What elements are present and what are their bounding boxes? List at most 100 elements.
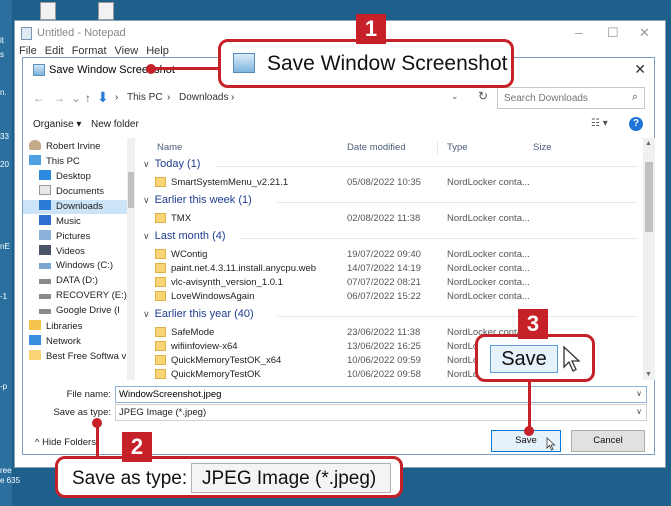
- menu-file[interactable]: File: [15, 45, 41, 57]
- group-header-earlier-this-year[interactable]: ∨ Earlier this year (40): [143, 308, 254, 322]
- help-icon[interactable]: ?: [629, 117, 643, 131]
- nav-item-music[interactable]: Music: [39, 215, 81, 229]
- dialog-close-icon[interactable]: ✕: [634, 61, 646, 78]
- dialog-toolbar: Organise ▾ New folder ☷ ▾ ?: [23, 114, 654, 138]
- file-name: SafeMode: [171, 327, 215, 338]
- nav-item-user[interactable]: Robert Irvine: [29, 140, 100, 154]
- file-date: 19/07/2022 09:40: [347, 249, 421, 260]
- folder-icon: [155, 291, 166, 301]
- file-row[interactable]: TMX 02/08/2022 11:38 NordLocker conta...: [137, 212, 637, 226]
- nav-item-desktop[interactable]: Desktop: [39, 170, 91, 184]
- annotation-connector: [528, 381, 531, 431]
- column-header-size[interactable]: Size: [533, 142, 551, 153]
- file-name: wifiinfoview-x64: [171, 341, 238, 352]
- refresh-icon[interactable]: ↻: [478, 89, 488, 103]
- folder-icon: [155, 177, 166, 187]
- file-list-scrollbar[interactable]: ▲ ▼: [643, 138, 655, 380]
- folder-icon: [155, 327, 166, 337]
- file-date: 07/07/2022 08:21: [347, 277, 421, 288]
- search-box[interactable]: ⌕: [497, 87, 645, 109]
- scroll-down-icon[interactable]: ▼: [645, 371, 652, 378]
- scroll-up-icon[interactable]: ▲: [645, 140, 652, 147]
- nav-item-documents[interactable]: Documents: [39, 185, 104, 199]
- desktop-file-icon[interactable]: [98, 2, 114, 20]
- column-header-date[interactable]: Date modified: [347, 142, 406, 153]
- menu-help[interactable]: Help: [142, 45, 173, 57]
- minimize-icon[interactable]: –: [575, 25, 582, 40]
- forward-icon[interactable]: →: [53, 91, 65, 105]
- file-row[interactable]: LoveWindowsAgain 06/07/2022 15:22 NordLock…: [137, 290, 637, 304]
- up-icon[interactable]: ↑: [85, 91, 91, 105]
- mouse-cursor-icon: [563, 345, 581, 372]
- search-icon: ⌕: [631, 91, 638, 103]
- address-dropdown-icon[interactable]: ⌄: [451, 91, 459, 102]
- close-icon[interactable]: ✕: [639, 25, 650, 41]
- callout-save-button: Save: [475, 334, 595, 382]
- callout-dialog-title: Save Window Screenshot: [218, 39, 514, 88]
- nav-item-label: Libraries: [46, 321, 83, 332]
- desktop-file-icon[interactable]: [40, 2, 56, 20]
- menu-edit[interactable]: Edit: [41, 45, 68, 57]
- chevron-down-icon[interactable]: ∨: [636, 407, 642, 416]
- chevron-down-icon[interactable]: ∨: [636, 389, 642, 398]
- libraries-icon: [29, 320, 41, 330]
- breadcrumb-this-pc[interactable]: This PC: [127, 92, 163, 103]
- desktop-edge: [0, 0, 12, 506]
- scrollbar-thumb[interactable]: [645, 162, 653, 232]
- nav-item-google-drive[interactable]: Google Drive (I: [39, 305, 120, 319]
- maximize-icon[interactable]: ☐: [607, 25, 619, 41]
- column-separator[interactable]: [437, 142, 438, 154]
- nav-item-best-free-software[interactable]: Best Free Softwa v: [29, 350, 126, 364]
- nav-item-libraries[interactable]: Libraries: [29, 320, 82, 334]
- nav-item-network[interactable]: Network: [29, 335, 81, 349]
- organise-button[interactable]: Organise ▾: [33, 119, 81, 130]
- file-row[interactable]: WContig 19/07/2022 09:40 NordLocker conta.…: [137, 248, 637, 262]
- nav-item-recovery-e[interactable]: RECOVERY (E:): [39, 290, 127, 304]
- desktop-label: ree: [0, 466, 12, 475]
- hide-folders-button[interactable]: ^ Hide Folders: [35, 437, 96, 448]
- nav-item-downloads[interactable]: Downloads: [23, 200, 129, 214]
- cancel-button[interactable]: Cancel: [571, 430, 645, 452]
- back-icon[interactable]: ←: [33, 91, 45, 105]
- file-row[interactable]: paint.net.4.3.11.install.anycpu.web 14/07…: [137, 262, 637, 276]
- menu-view[interactable]: View: [111, 45, 143, 57]
- group-header-today[interactable]: ∨ Today (1): [143, 158, 200, 172]
- desktop-label: it: [0, 36, 4, 45]
- menu-format[interactable]: Format: [68, 45, 111, 57]
- file-date: 13/06/2022 16:25: [347, 341, 421, 352]
- navigation-scrollbar[interactable]: [127, 138, 135, 380]
- group-header-last-month[interactable]: ∨ Last month (4): [143, 230, 226, 244]
- breadcrumb-downloads[interactable]: Downloads: [179, 92, 228, 103]
- step-badge-1: 1: [356, 14, 386, 44]
- group-label: Today (1): [154, 158, 201, 170]
- recent-locations-icon[interactable]: ⌄: [71, 91, 81, 105]
- nav-item-pictures[interactable]: Pictures: [39, 230, 90, 244]
- nav-item-label: RECOVERY (E:): [56, 290, 127, 301]
- file-name-field[interactable]: ∨: [115, 386, 647, 403]
- address-bar[interactable]: › This PC › Downloads ›: [111, 87, 471, 109]
- scrollbar-thumb[interactable]: [128, 172, 134, 208]
- nav-item-windows-c[interactable]: Windows (C:): [39, 260, 113, 274]
- group-header-earlier-this-week[interactable]: ∨ Earlier this week (1): [143, 194, 252, 208]
- path-separator: ›: [231, 92, 235, 103]
- view-options-icon[interactable]: ☷ ▾: [591, 118, 608, 129]
- group-divider: [241, 238, 637, 239]
- file-name: vlc-avisynth_version_1.0.1: [171, 277, 283, 288]
- group-divider: [277, 316, 637, 317]
- file-name: QuickMemoryTestOK: [171, 369, 261, 380]
- column-header-name[interactable]: Name: [157, 142, 182, 153]
- file-type: NordLocker conta...: [447, 291, 530, 302]
- file-row[interactable]: vlc-avisynth_version_1.0.1 07/07/2022 08:…: [137, 276, 637, 290]
- search-input[interactable]: [504, 91, 614, 105]
- nav-item-videos[interactable]: Videos: [39, 245, 85, 259]
- column-header-type[interactable]: Type: [447, 142, 468, 153]
- file-row[interactable]: SmartSystemMenu_v2.21.1 05/08/2022 10:35 N…: [137, 176, 637, 190]
- file-name-input[interactable]: [119, 388, 619, 401]
- nav-item-label: Downloads: [56, 201, 103, 212]
- nav-item-data-d[interactable]: DATA (D:): [39, 275, 98, 289]
- nav-item-this-pc[interactable]: This PC: [29, 155, 80, 169]
- videos-icon: [39, 245, 51, 255]
- new-folder-button[interactable]: New folder: [91, 119, 139, 130]
- folder-icon: [155, 341, 166, 351]
- save-as-type-select[interactable]: JPEG Image (*.jpeg) ∨: [115, 404, 647, 421]
